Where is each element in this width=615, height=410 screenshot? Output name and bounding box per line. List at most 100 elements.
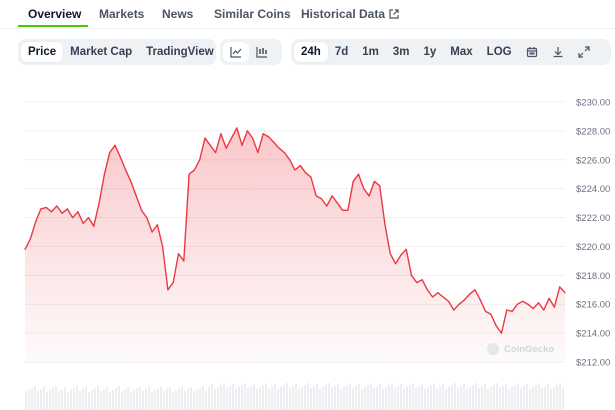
- metric-toggle-group: Price Market Cap TradingView: [18, 39, 216, 65]
- tab-markets[interactable]: Markets: [99, 7, 144, 21]
- volume-bar: [427, 387, 429, 410]
- candlestick-icon[interactable]: [249, 42, 275, 62]
- data-point: [389, 253, 391, 255]
- data-point: [447, 300, 450, 302]
- data-point: [204, 137, 206, 139]
- market-cap-button[interactable]: Market Cap: [63, 42, 139, 62]
- range-max-button[interactable]: Max: [443, 42, 479, 62]
- volume-bar: [235, 389, 237, 410]
- data-point: [458, 303, 460, 305]
- data-point: [151, 231, 153, 233]
- data-point: [479, 299, 481, 301]
- range-1y-button[interactable]: 1y: [417, 42, 444, 62]
- volume-bar: [193, 392, 195, 410]
- volume-bar: [319, 389, 321, 410]
- volume-bar: [367, 385, 369, 410]
- volume-bar: [256, 389, 258, 410]
- volume-bar: [394, 388, 396, 410]
- data-point: [283, 151, 286, 154]
- data-point: [543, 309, 545, 311]
- volume-bar: [280, 387, 282, 410]
- data-point: [394, 263, 397, 265]
- data-point: [130, 180, 132, 183]
- data-point: [98, 202, 100, 204]
- volume-bar: [364, 387, 366, 410]
- volume-bar: [253, 384, 255, 410]
- volume-bar: [175, 390, 177, 410]
- volume-bar: [46, 392, 48, 410]
- data-point: [336, 202, 338, 204]
- range-1m-button[interactable]: 1m: [355, 42, 386, 62]
- data-point: [199, 159, 201, 161]
- volume-bar: [541, 388, 543, 410]
- tab-historical-data[interactable]: Historical Data: [301, 7, 399, 21]
- volume-bar: [148, 387, 150, 410]
- tab-historical-data-label: Historical Data: [301, 7, 386, 21]
- data-point: [66, 208, 68, 210]
- volume-bar: [352, 388, 354, 410]
- range-7d-button[interactable]: 7d: [328, 42, 355, 62]
- range-toggle-group: 24h 7d 1m 3m 1y Max LOG: [291, 39, 611, 65]
- expand-icon[interactable]: [571, 42, 597, 62]
- volume-bar: [409, 385, 411, 410]
- volume-bar: [232, 384, 234, 410]
- volume-bar: [559, 383, 561, 410]
- tab-similar-coins[interactable]: Similar Coins: [214, 7, 291, 21]
- line-chart-icon[interactable]: [223, 42, 249, 62]
- volume-bar: [343, 387, 345, 410]
- volume-bar: [124, 389, 126, 410]
- price-chart[interactable]: $230.00 $228.00 $226.00 $224.00 $222.00 $220.…: [0, 80, 615, 410]
- volume-bar: [310, 388, 312, 410]
- volume-bar: [346, 385, 348, 410]
- volume-bar: [262, 385, 264, 410]
- volume-bar: [112, 390, 114, 410]
- data-point: [553, 306, 556, 308]
- data-point: [87, 216, 90, 219]
- volume-bar: [247, 388, 249, 410]
- range-24h-button[interactable]: 24h: [294, 42, 328, 62]
- volume-bar: [52, 388, 54, 410]
- volume-bar: [316, 384, 318, 410]
- volume-bar: [40, 389, 42, 410]
- volume-bar: [259, 387, 261, 410]
- download-icon[interactable]: [545, 42, 571, 62]
- data-point: [484, 310, 487, 313]
- volume-bar: [295, 384, 297, 410]
- price-button[interactable]: Price: [21, 42, 64, 62]
- data-point: [495, 325, 497, 327]
- volume-bar: [454, 383, 456, 410]
- data-point: [304, 172, 307, 174]
- volume-bar: [61, 389, 63, 410]
- y-tick-label: $212.00: [576, 358, 610, 369]
- tradingview-button[interactable]: TradingView: [139, 42, 221, 62]
- data-point: [40, 208, 42, 210]
- calendar-icon[interactable]: [519, 42, 545, 62]
- data-point: [299, 164, 301, 167]
- data-point: [506, 309, 508, 311]
- volume-bar: [397, 386, 399, 410]
- y-tick-label: $218.00: [576, 271, 610, 282]
- volume-bar: [334, 386, 336, 410]
- tab-news[interactable]: News: [162, 7, 193, 21]
- volume-bar: [91, 390, 93, 410]
- tab-overview[interactable]: Overview: [28, 7, 81, 21]
- volume-bar: [466, 389, 468, 410]
- volume-bar: [475, 383, 477, 410]
- volume-bar: [97, 386, 99, 410]
- data-point: [527, 303, 529, 305]
- log-scale-button[interactable]: LOG: [480, 42, 519, 62]
- volume-bar: [481, 386, 483, 410]
- volume-bar: [442, 384, 444, 410]
- data-point: [405, 248, 407, 250]
- data-point: [532, 307, 534, 310]
- volume-bar: [121, 391, 123, 410]
- volume-bar: [64, 387, 66, 410]
- volume-bar: [511, 387, 513, 410]
- range-3m-button[interactable]: 3m: [386, 42, 417, 62]
- data-point: [193, 169, 196, 171]
- data-point: [548, 297, 550, 300]
- volume-bar: [328, 383, 330, 410]
- volume-bar: [160, 386, 162, 410]
- data-point: [183, 260, 185, 262]
- volume-bar: [55, 386, 57, 410]
